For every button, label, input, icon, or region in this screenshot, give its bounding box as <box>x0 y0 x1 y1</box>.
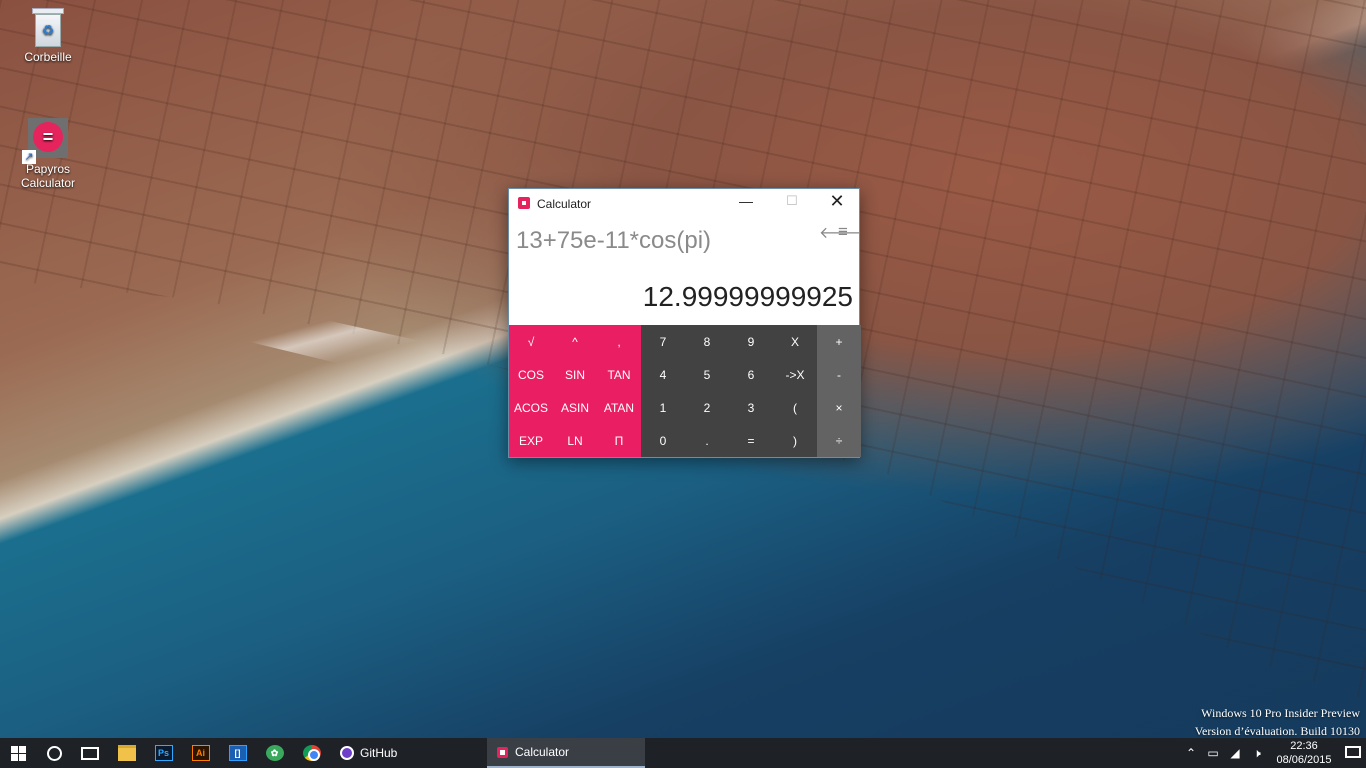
github-icon <box>340 746 354 760</box>
taskbar-pin-photoshop[interactable]: Ps <box>145 738 182 768</box>
key-ln[interactable]: LN <box>553 424 597 457</box>
result-display: 12.99999999925 <box>642 281 853 312</box>
notification-icon <box>1345 745 1361 758</box>
calculator-window: Calculator — ☐ ✕ 13+75e-11*cos(pi) 🡐 ≡ 1… <box>508 188 862 458</box>
task-view-button[interactable] <box>72 738 108 768</box>
wifi-icon[interactable]: ◢ <box>1224 746 1246 760</box>
illustrator-icon: Ai <box>191 745 210 761</box>
system-tray: ⌃ ▭ ◢ 🕨 22:36 08/06/2015 <box>1180 738 1366 768</box>
key-asin[interactable]: ASIN <box>553 391 597 424</box>
taskbar: Ps Ai [] ✿ GitHub Calculator ⌃ ▭ ◢ 🕨 22:… <box>0 738 1366 768</box>
key-3[interactable]: 3 <box>729 391 773 424</box>
minimize-button[interactable]: — <box>723 189 769 217</box>
key-9[interactable]: 9 <box>729 325 773 358</box>
action-center-button[interactable] <box>1340 745 1366 761</box>
key-tan[interactable]: TAN <box>597 358 641 391</box>
gear-app-icon: ✿ <box>265 745 284 761</box>
key-power[interactable]: ^ <box>553 325 597 358</box>
key-sqrt[interactable]: √ <box>509 325 553 358</box>
close-button[interactable]: ✕ <box>814 189 860 217</box>
key-assign-x[interactable]: ->X <box>773 358 817 391</box>
key-plus[interactable]: + <box>817 325 861 358</box>
key-cos[interactable]: COS <box>509 358 553 391</box>
clock-date: 08/06/2015 <box>1276 754 1332 766</box>
desktop-icon-label: Papyros Calculator <box>20 162 76 190</box>
key-close-paren[interactable]: ) <box>773 424 817 457</box>
taskbar-pin-brackets[interactable]: [] <box>219 738 256 768</box>
papyros-calculator-icon: = ↗ <box>22 118 68 164</box>
taskbar-pin-file-explorer[interactable] <box>108 738 145 768</box>
key-6[interactable]: 6 <box>729 358 773 391</box>
key-0[interactable]: 0 <box>641 424 685 457</box>
hamburger-menu-icon[interactable]: ≡ <box>838 222 848 242</box>
keypad: √ ^ , COS SIN TAN ACOS ASIN ATAN EXP LN … <box>509 325 861 457</box>
battery-power-icon[interactable]: ▭ <box>1202 746 1224 760</box>
volume-muted-icon[interactable]: 🕨 <box>1246 746 1268 761</box>
key-equals[interactable]: = <box>729 424 773 457</box>
key-atan[interactable]: ATAN <box>597 391 641 424</box>
taskbar-task-github[interactable]: GitHub <box>330 738 487 768</box>
desktop-icon-label: Corbeille <box>24 50 72 64</box>
desktop-icon-papyros-calculator[interactable]: = ↗ Papyros Calculator <box>13 118 83 190</box>
key-pi[interactable]: Π <box>597 424 641 457</box>
key-5[interactable]: 5 <box>685 358 729 391</box>
function-pad: √ ^ , COS SIN TAN ACOS ASIN ATAN EXP LN … <box>509 325 641 457</box>
taskbar-task-calculator[interactable]: Calculator <box>487 738 645 768</box>
key-variable-x[interactable]: X <box>773 325 817 358</box>
file-explorer-icon <box>117 745 136 761</box>
taskbar-pin-gear-app[interactable]: ✿ <box>256 738 293 768</box>
taskbar-pin-chrome[interactable] <box>293 738 330 768</box>
calculator-app-icon <box>518 197 530 209</box>
title-bar[interactable]: Calculator — ☐ ✕ <box>509 189 859 217</box>
task-label: GitHub <box>360 746 398 760</box>
recycle-bin-icon: ♻ <box>30 8 66 48</box>
key-decimal[interactable]: . <box>685 424 729 457</box>
watermark-line-1: Windows 10 Pro Insider Preview <box>1201 706 1360 720</box>
photoshop-icon: Ps <box>154 745 173 761</box>
windows-logo-icon <box>10 745 26 761</box>
window-title: Calculator <box>537 197 592 211</box>
task-view-icon <box>81 746 99 760</box>
key-7[interactable]: 7 <box>641 325 685 358</box>
search-button[interactable] <box>36 738 72 768</box>
clock[interactable]: 22:36 08/06/2015 <box>1268 739 1340 767</box>
key-2[interactable]: 2 <box>685 391 729 424</box>
expression-display[interactable]: 13+75e-11*cos(pi) <box>516 227 711 255</box>
key-comma[interactable]: , <box>597 325 641 358</box>
taskbar-pin-illustrator[interactable]: Ai <box>182 738 219 768</box>
key-minus[interactable]: - <box>817 358 861 391</box>
desktop-icon-recycle-bin[interactable]: ♻ Corbeille <box>13 8 83 64</box>
maximize-button[interactable]: ☐ <box>769 189 815 217</box>
task-label: Calculator <box>515 745 570 759</box>
search-circle-icon <box>46 745 62 761</box>
key-divide[interactable]: ÷ <box>817 424 861 457</box>
key-4[interactable]: 4 <box>641 358 685 391</box>
calculator-app-icon <box>497 746 508 758</box>
key-open-paren[interactable]: ( <box>773 391 817 424</box>
operator-pad: + - × ÷ <box>817 325 861 457</box>
start-button[interactable] <box>0 738 36 768</box>
key-1[interactable]: 1 <box>641 391 685 424</box>
key-exp[interactable]: EXP <box>509 424 553 457</box>
clock-time: 22:36 <box>1290 740 1318 752</box>
shortcut-arrow-icon: ↗ <box>22 150 36 164</box>
chrome-icon <box>302 745 321 761</box>
key-multiply[interactable]: × <box>817 391 861 424</box>
show-hidden-icons-chevron-up-icon[interactable]: ⌃ <box>1180 746 1202 760</box>
brackets-icon: [] <box>228 745 247 761</box>
key-acos[interactable]: ACOS <box>509 391 553 424</box>
key-sin[interactable]: SIN <box>553 358 597 391</box>
number-pad: 7 8 9 X 4 5 6 ->X 1 2 3 ( 0 . = ) <box>641 325 817 457</box>
key-8[interactable]: 8 <box>685 325 729 358</box>
build-watermark: Windows 10 Pro Insider Preview Version d… <box>1195 704 1360 740</box>
